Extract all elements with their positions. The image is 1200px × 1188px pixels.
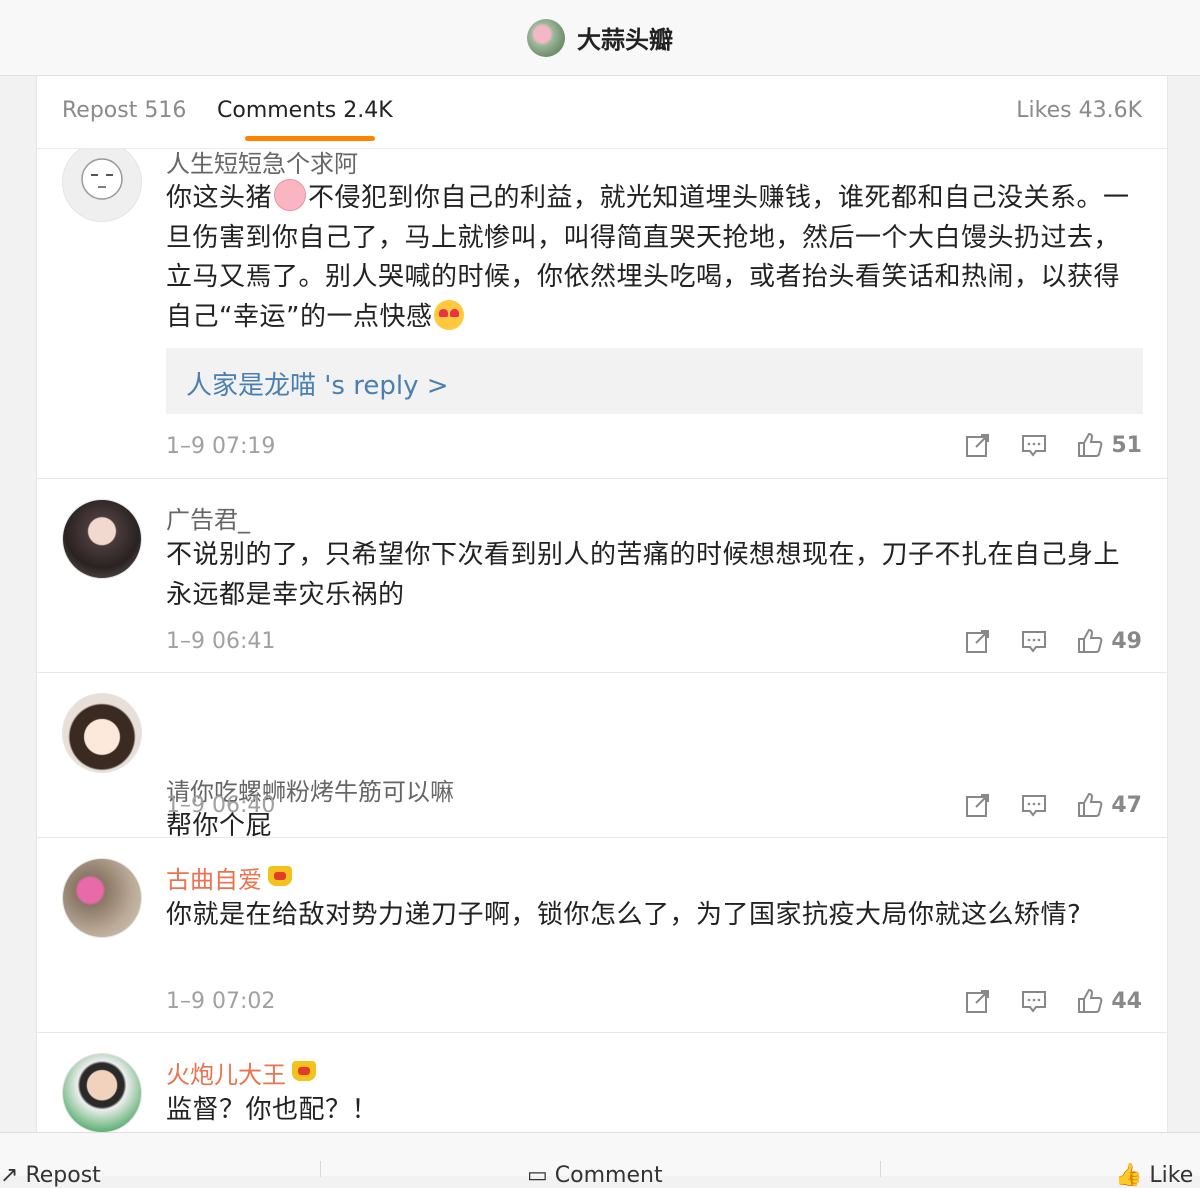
comment-time: 1–9 07:19	[166, 434, 276, 459]
user-avatar[interactable]	[62, 1053, 142, 1133]
comment-text: 你就是在给敌对势力递刀子啊，锁你怎么了，为了国家抗疫大局你就这么矫情?	[166, 900, 1082, 930]
comment-item: 古曲自爱 你就是在给敌对势力递刀子啊，锁你怎么了，为了国家抗疫大局你就这么矫情?…	[37, 838, 1167, 1033]
username-text: 火炮儿大王	[166, 1061, 286, 1089]
comment-icon[interactable]	[1021, 432, 1047, 458]
comment-actions: 51	[935, 432, 1142, 458]
share-icon[interactable]	[965, 792, 991, 818]
comment-item: 请你吃螺蛳粉烤牛筋可以嘛 帮你个屁 1–9 06:40 47	[37, 673, 1167, 841]
comment-time: 1–9 06:41	[166, 629, 276, 654]
comment-actions: 47	[935, 792, 1142, 818]
vip-crown-icon	[268, 866, 292, 886]
comment-text: 不说别的了，只希望你下次看到别人的苦痛的时候想想现在，刀子不扎在自己身上永远都是…	[166, 540, 1121, 610]
comment-icon[interactable]	[1021, 988, 1047, 1014]
like-button[interactable]: 49	[1077, 628, 1142, 654]
like-count: 51	[1111, 432, 1142, 458]
comments-card: Repost 516 Comments 2.4K Likes 43.6K 人生短…	[36, 76, 1168, 1138]
like-count: 47	[1111, 792, 1142, 818]
tab-repost[interactable]: Repost 516	[62, 98, 186, 123]
comment-text: 你这头猪 不侵犯到你自己的利益，就光知道埋头赚钱，谁死都和自己没关系。一旦伤害到你…	[166, 179, 1141, 337]
active-tab-indicator	[245, 136, 375, 141]
page-title: 大蒜头瓣	[577, 26, 673, 54]
user-avatar[interactable]	[62, 693, 142, 773]
comment-username[interactable]: 火炮儿大王	[166, 1055, 316, 1090]
account-avatar[interactable]	[527, 18, 565, 57]
bottom-repost-button[interactable]: ↗ Repost	[0, 1163, 101, 1188]
heart-eyes-emoji-icon	[434, 299, 465, 330]
user-avatar[interactable]	[62, 858, 142, 938]
user-avatar[interactable]	[62, 142, 142, 222]
share-icon[interactable]	[965, 988, 991, 1014]
like-button[interactable]: 51	[1077, 432, 1142, 458]
like-count: 49	[1111, 628, 1142, 654]
thumbs-up-icon	[1078, 792, 1103, 817]
comment-text: 监督？你也配？！	[166, 1095, 379, 1125]
bottom-like-button[interactable]: 👍 Like	[1115, 1163, 1193, 1188]
bottom-comment-button[interactable]: ▭ Comment	[527, 1163, 663, 1188]
comment-icon[interactable]	[1021, 628, 1047, 654]
username-text: 古曲自爱	[166, 866, 262, 894]
comment-username[interactable]: 广告君_	[166, 500, 250, 535]
comment-item: 广告君_ 不说别的了，只希望你下次看到别人的苦痛的时候想想现在，刀子不扎在自己身…	[37, 479, 1167, 673]
comment-time: 1–9 06:40	[166, 793, 276, 818]
comment-actions: 49	[935, 628, 1142, 654]
comment-username[interactable]: 人生短短急个求阿	[166, 144, 358, 179]
pig-emoji-icon	[274, 179, 307, 211]
vip-crown-icon	[292, 1061, 316, 1081]
comment-time: 1–9 07:02	[166, 989, 276, 1014]
like-button[interactable]: 44	[1077, 988, 1142, 1014]
tab-comments[interactable]: Comments 2.4K	[217, 98, 393, 123]
thumbs-up-icon	[1078, 988, 1103, 1013]
like-count: 44	[1111, 988, 1142, 1014]
share-icon[interactable]	[965, 432, 991, 458]
comment-text-part: 你这头猪	[166, 183, 273, 213]
comment-actions: 44	[935, 988, 1142, 1014]
comment-item: 火炮儿大王 监督？你也配？！	[37, 1033, 1167, 1138]
like-button[interactable]: 47	[1077, 792, 1142, 818]
face-avatar-icon	[81, 158, 123, 200]
tab-likes[interactable]: Likes 43.6K	[1016, 98, 1142, 123]
share-icon[interactable]	[965, 628, 991, 654]
bottom-comment-label: Comment	[554, 1163, 663, 1188]
comment-username[interactable]: 古曲自爱	[166, 860, 292, 895]
view-replies-link[interactable]: 人家是龙喵 's reply >	[186, 365, 449, 402]
comment-text-part: 不侵犯到你自己的利益，就光知道埋头赚钱，谁死都和自己没关系。一旦伤害到你自己了，…	[166, 183, 1130, 332]
top-bar: 大蒜头瓣	[0, 0, 1200, 76]
thumbs-up-icon	[1078, 432, 1103, 457]
user-avatar[interactable]	[62, 499, 142, 579]
tab-bar: Repost 516 Comments 2.4K Likes 43.6K	[37, 76, 1167, 149]
thumbs-up-icon	[1078, 628, 1103, 653]
comment-icon[interactable]	[1021, 792, 1047, 818]
bottom-repost-label: Repost	[25, 1163, 101, 1188]
comment-item: 人生短短急个求阿 你这头猪 不侵犯到你自己的利益，就光知道埋头赚钱，谁死都和自己没…	[37, 126, 1167, 479]
reply-preview: 人家是龙喵 's reply >	[166, 348, 1143, 414]
bottom-like-label: Like	[1149, 1163, 1194, 1188]
bottom-action-bar: ↗ Repost ▭ Comment 👍 Like	[0, 1132, 1200, 1188]
